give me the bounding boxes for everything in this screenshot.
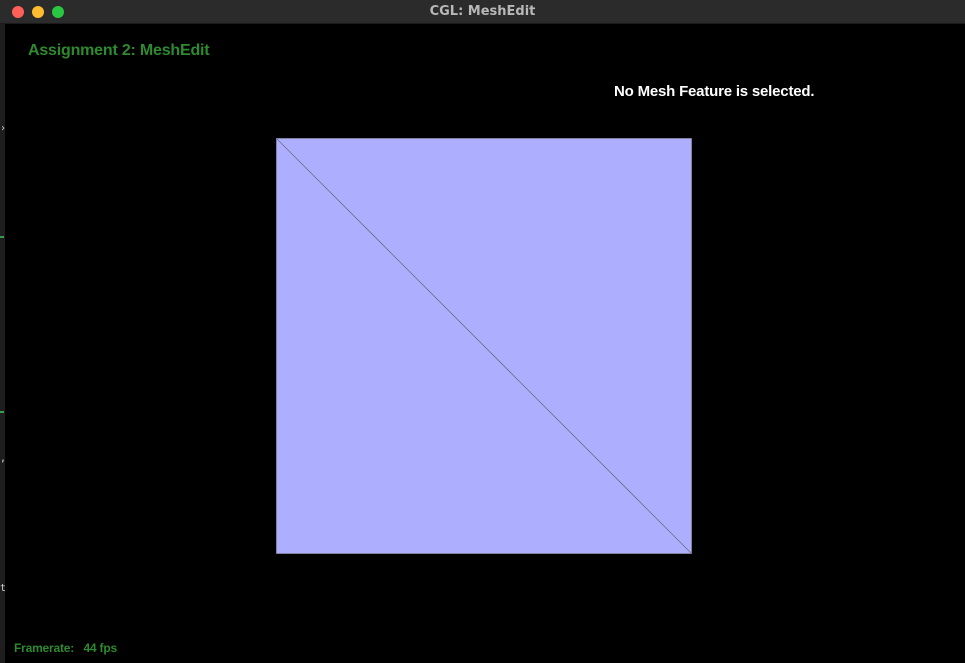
background-window-glyph: t bbox=[0, 583, 7, 594]
background-window-mark bbox=[0, 236, 4, 238]
assignment-title: Assignment 2: MeshEdit bbox=[28, 42, 210, 59]
background-window-glyph: , bbox=[0, 453, 7, 464]
title-bar[interactable]: CGL: MeshEdit bbox=[0, 0, 965, 24]
background-window-mark bbox=[0, 411, 4, 413]
framerate-readout: Framerate: 44 fps bbox=[14, 641, 117, 655]
background-window-glyph: › bbox=[0, 123, 7, 134]
selection-status-text: No Mesh Feature is selected. bbox=[614, 83, 815, 100]
meshedit-window: CGL: MeshEdit › , t Assignment 2: MeshEd… bbox=[0, 0, 965, 663]
framerate-label: Framerate: bbox=[14, 641, 75, 655]
background-window-edge: › , t bbox=[0, 24, 7, 663]
mesh-viewport[interactable] bbox=[276, 138, 692, 554]
window-title: CGL: MeshEdit bbox=[429, 4, 536, 19]
framerate-value: 44 fps bbox=[83, 641, 117, 655]
